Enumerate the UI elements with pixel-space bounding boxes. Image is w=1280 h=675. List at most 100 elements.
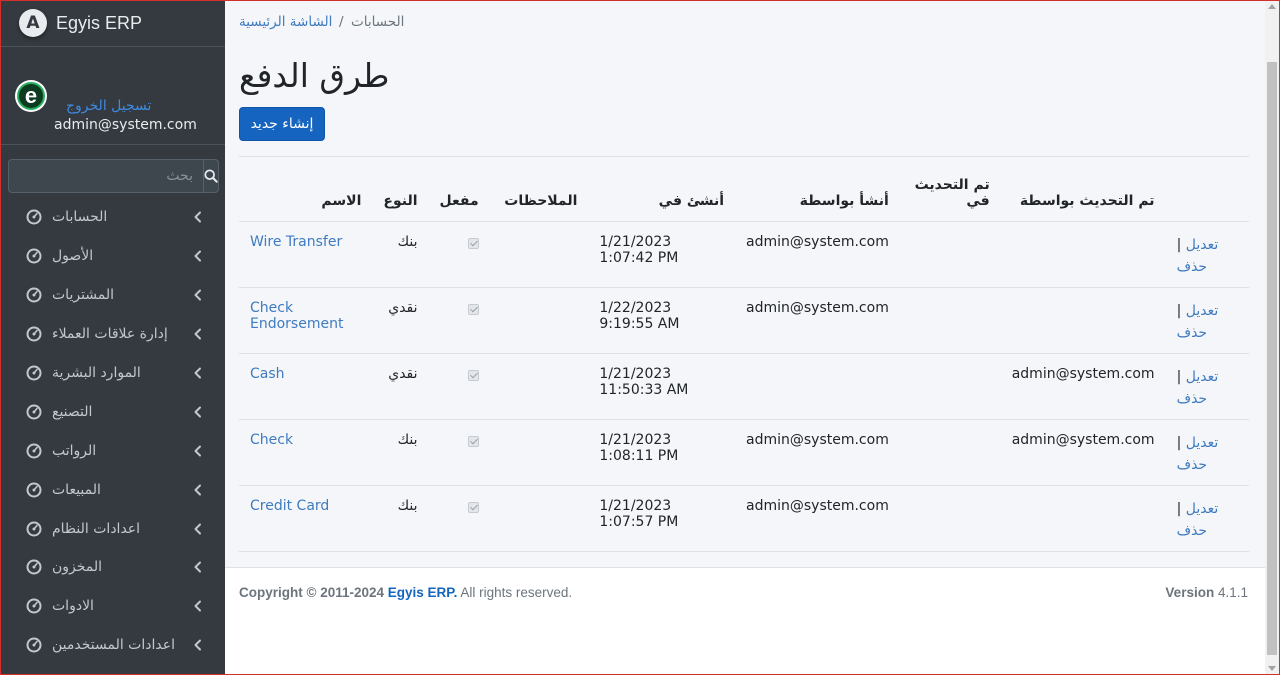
edit-link[interactable]: تعديل: [1186, 435, 1219, 451]
sidebar-item-label: التصنيع: [52, 403, 93, 420]
chevron-left-icon: [194, 289, 201, 301]
sidebar-item[interactable]: المبيعات: [0, 470, 225, 509]
header-notes: الملاحظات: [489, 156, 589, 222]
payment-method-link[interactable]: Credit Card: [250, 498, 329, 514]
search-input[interactable]: [8, 159, 203, 193]
header-created-by: أنشأ بواسطة: [735, 156, 900, 222]
dashboard-gauge-icon: [26, 326, 42, 342]
chevron-left-icon: [194, 600, 201, 612]
edit-link[interactable]: تعديل: [1186, 303, 1219, 319]
chevron-left-icon: [194, 639, 201, 651]
header-type: النوع: [372, 156, 429, 222]
cell-name: Wire Transfer: [239, 221, 373, 288]
table-header-row: الاسم النوع مفعل الملاحظات أنشئ في أنشأ …: [239, 156, 1249, 222]
cell-enabled: [428, 419, 490, 486]
chevron-left-icon: [194, 211, 201, 223]
scroll-down-arrow-icon[interactable]: [1268, 666, 1276, 671]
version-value: 4.1.1: [1217, 585, 1248, 600]
sidebar-item-label: المبيعات: [52, 481, 101, 498]
dashboard-gauge-icon: [26, 443, 42, 459]
payment-method-link[interactable]: Check Endorsement: [250, 300, 343, 332]
sidebar-item[interactable]: الرواتب: [0, 431, 225, 470]
edit-link[interactable]: تعديل: [1186, 369, 1219, 385]
chevron-left-icon: [194, 445, 201, 457]
sidebar-item[interactable]: المخزون: [0, 548, 225, 587]
delete-link[interactable]: حذف: [1177, 391, 1208, 407]
cell-type: بنك: [372, 485, 429, 552]
brand-name: Egyis ERP: [56, 12, 143, 33]
table-row: Check بنك 1/21/2023 1:08:11 PM admin@system…: [239, 419, 1249, 486]
edit-link[interactable]: تعديل: [1186, 237, 1219, 253]
dashboard-gauge-icon: [26, 521, 42, 537]
sidebar-item[interactable]: التصنيع: [0, 392, 225, 431]
sidebar-search: [8, 159, 219, 193]
chevron-left-icon: [194, 484, 201, 496]
action-separator: |: [1176, 303, 1182, 319]
cell-actions: تعديل | حذف: [1165, 485, 1249, 552]
scroll-thumb[interactable]: [1267, 62, 1277, 655]
dashboard-gauge-icon: [26, 598, 42, 614]
delete-link[interactable]: حذف: [1177, 523, 1208, 539]
create-new-button[interactable]: إنشاء جديد: [239, 107, 325, 141]
cell-updated-by: admin@system.com: [1000, 353, 1166, 420]
action-separator: |: [1176, 369, 1182, 385]
cell-created-on: 1/21/2023 1:07:42 PM: [588, 221, 735, 288]
payment-method-link[interactable]: Check: [250, 432, 293, 448]
sidebar-item[interactable]: الحسابات: [0, 198, 225, 237]
cell-created-by: [735, 353, 900, 420]
sidebar-item[interactable]: اعدادات النظام: [0, 509, 225, 548]
cell-actions: تعديل | حذف: [1165, 221, 1249, 288]
search-button[interactable]: [203, 159, 219, 193]
payment-method-link[interactable]: Wire Transfer: [250, 234, 342, 250]
logout-link[interactable]: تسجيل الخروج: [66, 98, 151, 114]
cell-enabled: [428, 287, 490, 354]
sidebar-item-label: الموارد البشرية: [52, 365, 141, 381]
brand-link[interactable]: A Egyis ERP: [0, 0, 225, 47]
dashboard-gauge-icon: [26, 209, 42, 225]
copyright: Copyright © 2011-2024 Egyis ERP. All rig…: [239, 585, 572, 600]
sidebar-item-label: الرواتب: [52, 442, 97, 459]
delete-link[interactable]: حذف: [1177, 325, 1208, 341]
dashboard-gauge-icon: [26, 637, 42, 653]
sidebar-item[interactable]: الأصول: [0, 237, 225, 276]
cell-created-on: 1/21/2023 1:08:11 PM: [588, 419, 735, 486]
edit-link[interactable]: تعديل: [1186, 501, 1219, 517]
sidebar-item[interactable]: إدارة علاقات العملاء: [0, 315, 225, 354]
cell-actions: تعديل | حذف: [1165, 353, 1249, 420]
dashboard-gauge-icon: [26, 248, 42, 264]
header-enabled: مفعل: [428, 156, 490, 222]
enabled-checkbox: [467, 436, 479, 447]
cell-name: Cash: [239, 353, 373, 420]
user-email: admin@system.com: [54, 117, 197, 133]
breadcrumb-home-link[interactable]: الشاشة الرئيسية: [239, 14, 332, 30]
sidebar-item[interactable]: الموارد البشرية: [0, 354, 225, 393]
sidebar-item[interactable]: الادوات: [0, 587, 225, 626]
sidebar-item[interactable]: المشتريات: [0, 276, 225, 315]
sidebar-item[interactable]: اعدادات المستخدمين: [0, 626, 225, 665]
cell-created-on: 1/22/2023 9:19:55 AM: [588, 287, 735, 354]
enabled-checkbox: [467, 238, 479, 249]
cell-type: بنك: [372, 221, 429, 288]
delete-link[interactable]: حذف: [1177, 259, 1208, 275]
company-link[interactable]: Egyis ERP.: [388, 585, 458, 600]
cell-enabled: [428, 353, 490, 420]
cell-enabled: [428, 221, 490, 288]
dashboard-gauge-icon: [26, 482, 42, 498]
chevron-left-icon: [194, 367, 201, 379]
chevron-left-icon: [194, 406, 201, 418]
cell-updated-on: [899, 287, 1001, 354]
action-separator: |: [1176, 501, 1182, 517]
cell-type: نقدي: [372, 287, 429, 354]
table-row: Wire Transfer بنك 1/21/2023 1:07:42 PM admi…: [239, 221, 1249, 288]
cell-updated-by: admin@system.com: [1000, 419, 1166, 486]
delete-link[interactable]: حذف: [1177, 457, 1208, 473]
cell-updated-on: [899, 419, 1001, 486]
page-scrollbar[interactable]: [1265, 0, 1279, 675]
chevron-left-icon: [194, 328, 201, 340]
copyright-rights: All rights reserved.: [460, 585, 573, 600]
scroll-up-arrow-icon[interactable]: [1268, 4, 1276, 9]
cell-created-by: admin@system.com: [735, 287, 900, 354]
payment-method-link[interactable]: Cash: [250, 366, 285, 382]
action-separator: |: [1176, 435, 1182, 451]
cell-created-on: 1/21/2023 1:07:57 PM: [588, 485, 735, 552]
